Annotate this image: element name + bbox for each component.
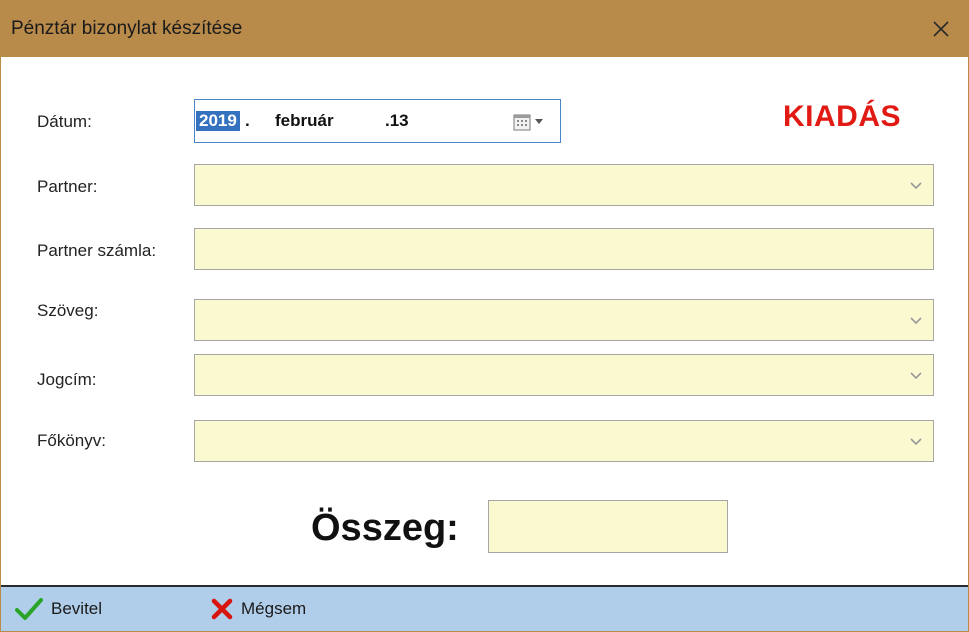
partner-input[interactable] (195, 165, 933, 205)
ok-button[interactable]: Bevitel (15, 594, 102, 624)
title-label: Jogcím: (37, 370, 97, 389)
title-combobox[interactable] (194, 354, 934, 396)
text-input[interactable] (195, 300, 933, 340)
ledger-input[interactable] (195, 421, 933, 461)
amount-label: Összeg: (311, 507, 459, 549)
date-day[interactable]: .13 (385, 111, 409, 131)
text-label: Szöveg: (37, 301, 99, 320)
ok-button-label: Bevitel (51, 599, 103, 618)
chevron-down-icon[interactable] (909, 313, 923, 327)
date-year-separator: . (245, 111, 250, 130)
cancel-button-label: Mégsem (241, 599, 307, 618)
title-input[interactable] (195, 355, 933, 395)
checkmark-icon (15, 598, 43, 620)
ledger-label: Főkönyv: (37, 431, 106, 450)
partner-account-field[interactable] (194, 228, 934, 270)
amount-input[interactable] (489, 501, 727, 552)
mode-badge: KIADÁS (783, 100, 902, 133)
date-year[interactable]: 2019 (196, 111, 240, 131)
date-label: Dátum: (37, 112, 92, 131)
calendar-icon[interactable] (512, 112, 532, 132)
chevron-down-icon[interactable] (909, 178, 923, 192)
bottom-toolbar: Bevitel Mégsem (1, 585, 968, 631)
close-button[interactable] (914, 1, 968, 57)
partner-combobox[interactable] (194, 164, 934, 206)
partner-account-label: Partner számla: (37, 241, 157, 260)
cancel-button[interactable]: Mégsem (211, 594, 306, 624)
dialog-window: Pénztár bizonylat készítése Dátum: 2019 … (0, 0, 969, 632)
chevron-down-icon[interactable] (909, 368, 923, 382)
title-bar: Pénztár bizonylat készítése (1, 1, 968, 57)
date-month[interactable]: február (275, 111, 334, 131)
x-icon (211, 598, 233, 620)
date-picker[interactable]: 2019 . február .13 (194, 99, 561, 143)
amount-field[interactable] (488, 500, 728, 553)
calendar-dropdown-icon[interactable] (534, 118, 544, 126)
ledger-combobox[interactable] (194, 420, 934, 462)
chevron-down-icon[interactable] (909, 434, 923, 448)
text-combobox[interactable] (194, 299, 934, 341)
partner-label: Partner: (37, 177, 98, 196)
close-icon (933, 21, 949, 37)
window-title: Pénztár bizonylat készítése (11, 18, 243, 39)
partner-account-input[interactable] (195, 229, 933, 269)
